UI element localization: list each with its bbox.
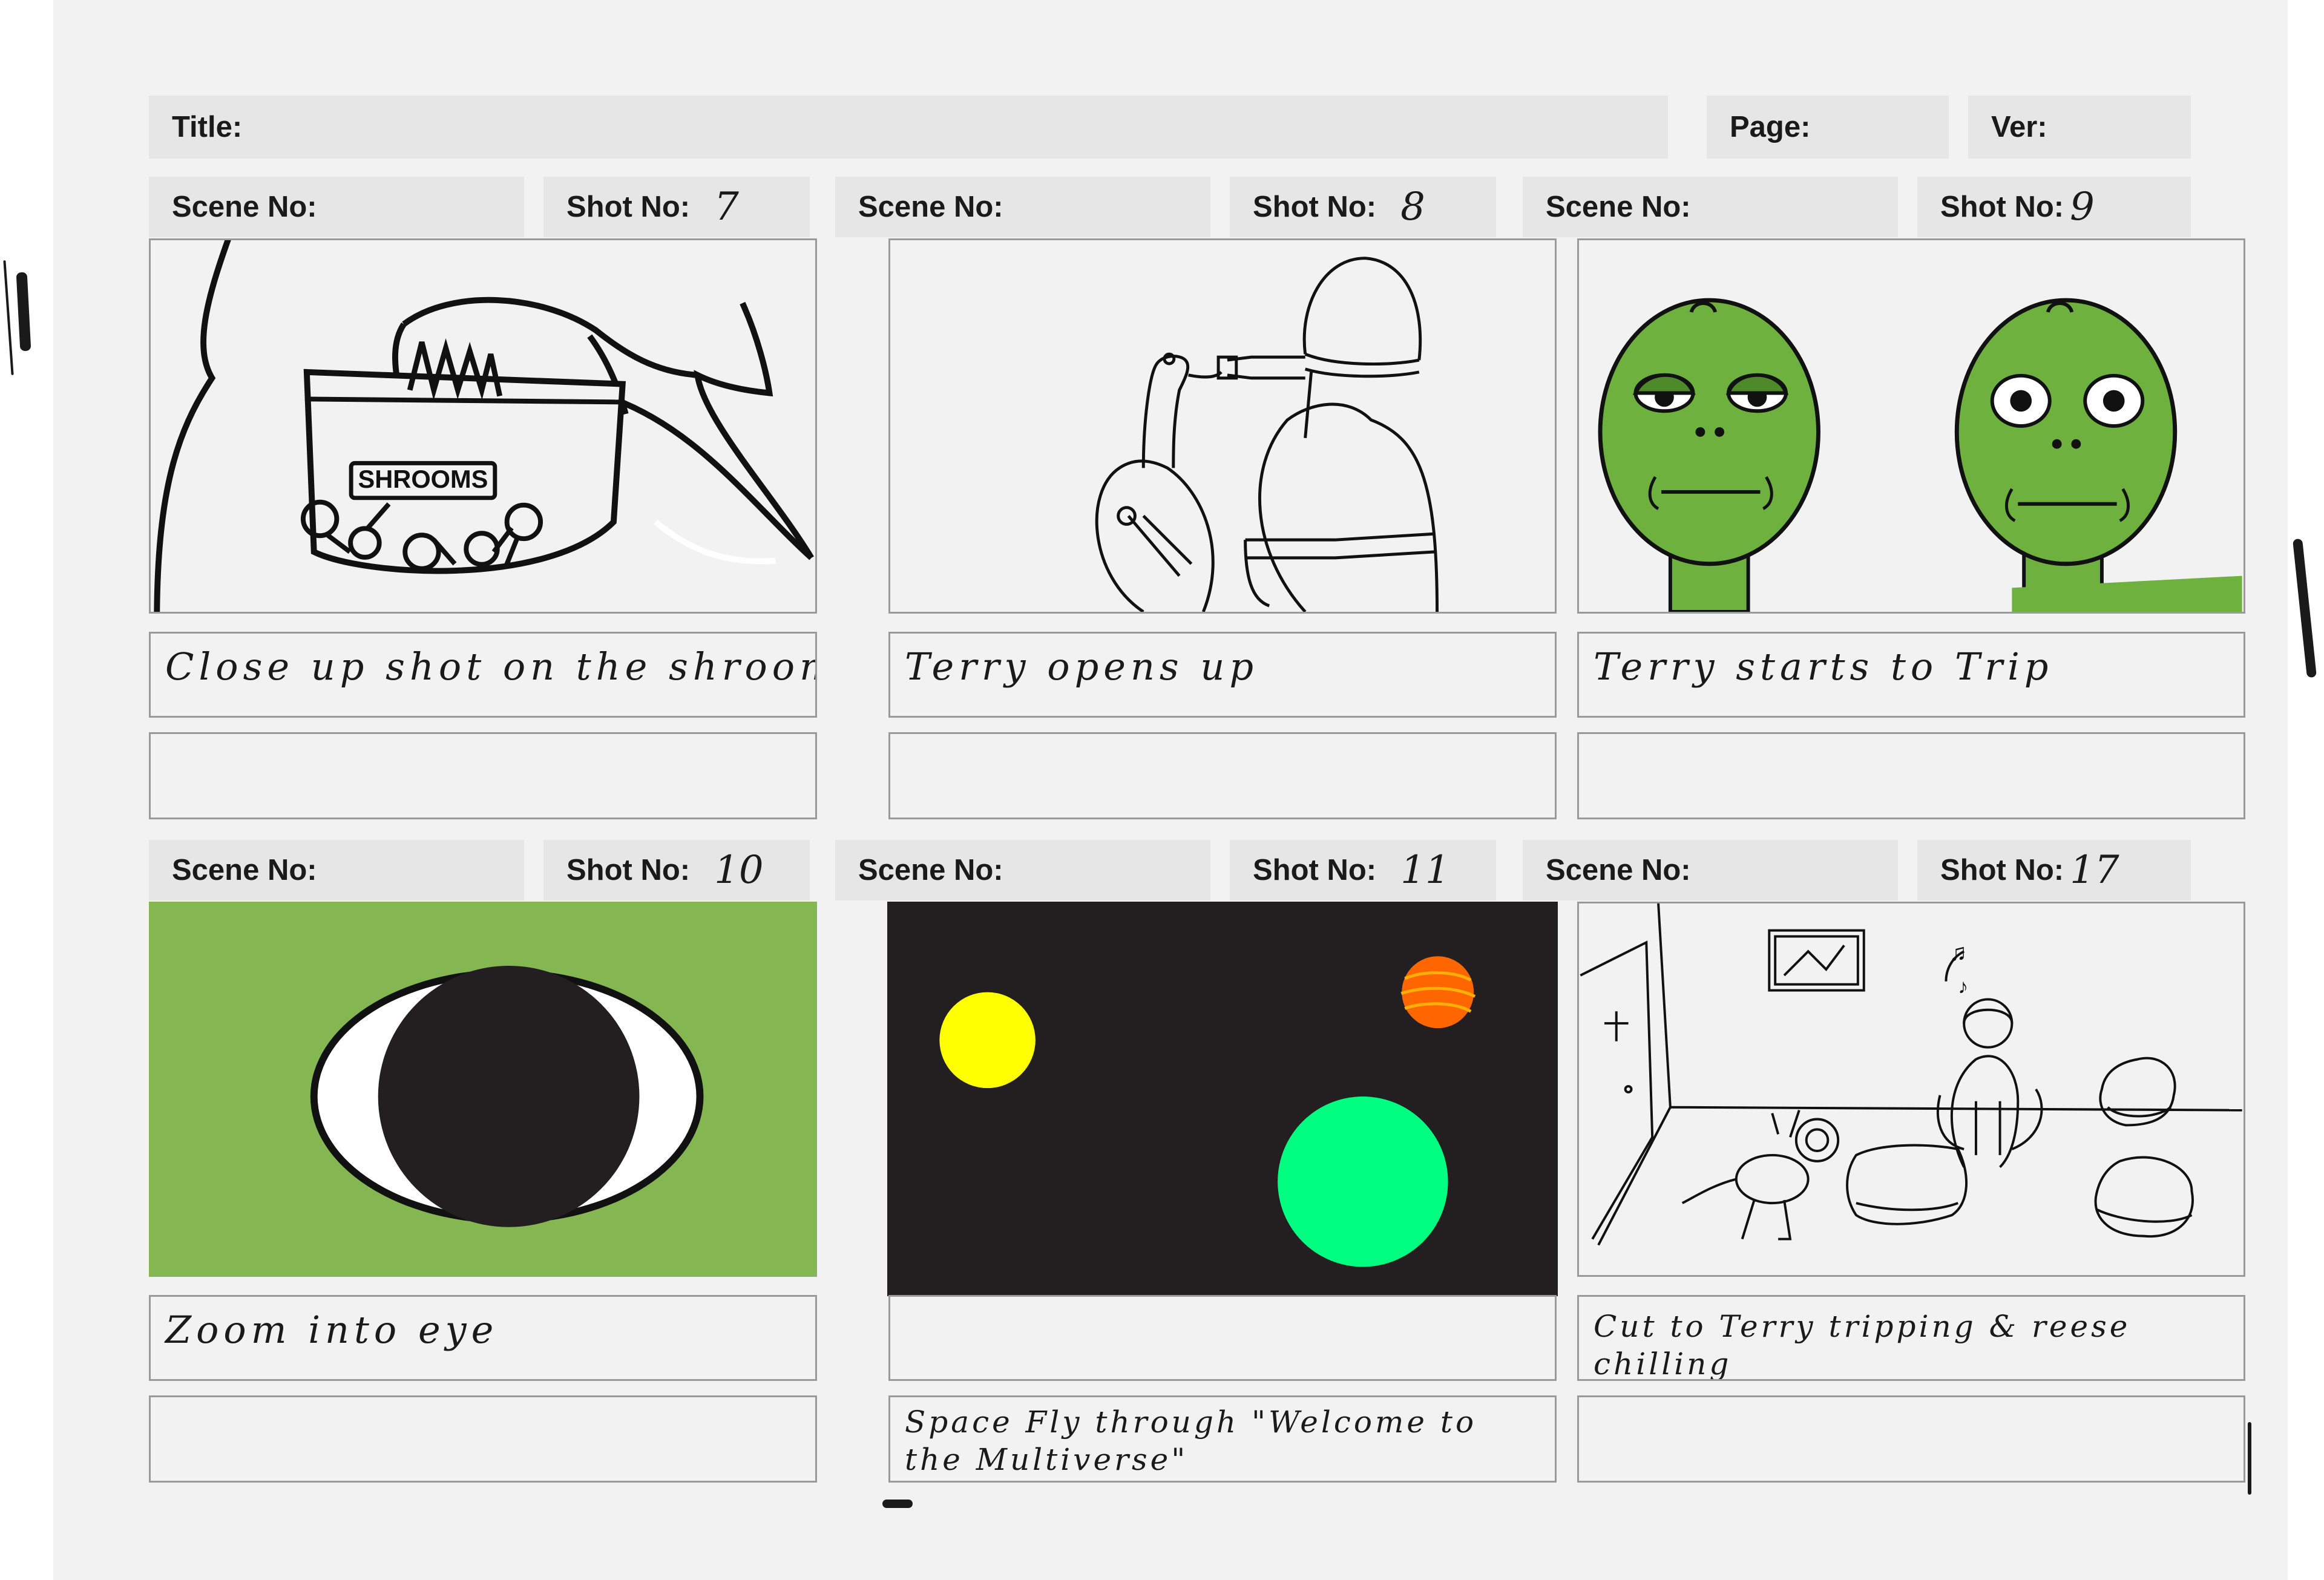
note-text-1: Close up shot on the shrooms	[165, 644, 817, 689]
shot-label: Shot No:	[566, 191, 691, 223]
note-box-3b[interactable]	[1577, 732, 2245, 819]
shot-label: Shot No:	[1253, 191, 1377, 223]
storyboard-frame-3[interactable]	[1577, 238, 2245, 614]
eye-illustration	[310, 965, 704, 1227]
scene-label: Scene No:	[172, 854, 317, 887]
shot-label: Shot No:	[566, 854, 691, 887]
shot-field-5[interactable]: Shot No: 11	[1230, 840, 1496, 900]
scene-field-6[interactable]: Scene No:	[1523, 840, 1898, 900]
note-box-2b[interactable]	[888, 732, 1557, 819]
storyboard-frame-5[interactable]	[887, 902, 1558, 1296]
shot-field-6[interactable]: Shot No: 17	[1917, 840, 2191, 900]
pen-mark	[882, 1500, 913, 1508]
storyboard-frame-4[interactable]	[149, 902, 817, 1277]
title-label: Title:	[172, 111, 243, 143]
scene-field-2[interactable]: Scene No:	[835, 177, 1210, 237]
shot-field-4[interactable]: Shot No: 10	[543, 840, 810, 900]
note-text-6: Cut to Terry tripping & reese chilling	[1594, 1309, 2131, 1381]
ver-label: Ver:	[1991, 111, 2047, 143]
note-box-5b[interactable]: Space Fly through "Welcome to the Multiv…	[888, 1395, 1557, 1483]
shot-field-3[interactable]: Shot No: 9	[1917, 177, 2191, 237]
alien-face-wide-eyed	[1954, 298, 2178, 612]
scene-label: Scene No:	[172, 191, 317, 223]
note-box-4a[interactable]: Zoom into eye	[149, 1295, 817, 1381]
note-box-4b[interactable]	[149, 1395, 817, 1483]
shot-label: Shot No:	[1253, 854, 1377, 887]
note-box-3a[interactable]: Terry starts to Trip	[1577, 632, 2245, 718]
scene-label: Scene No:	[858, 854, 1003, 887]
page-label: Page:	[1730, 111, 1811, 143]
svg-text:♪: ♪	[1958, 976, 1968, 998]
shot-number-2: 8	[1400, 185, 1425, 229]
pen-mark	[3, 260, 14, 375]
note-text-3: Terry starts to Trip	[1594, 644, 2053, 689]
storyboard-sheet: Title: Page: Ver: Scene No: Shot No: 7 S…	[53, 0, 2288, 1580]
storyboard-frame-1[interactable]: SHROOMS	[149, 238, 817, 614]
alien-face-sleepy	[1598, 298, 1820, 612]
shot-field-2[interactable]: Shot No: 8	[1230, 177, 1496, 237]
pen-mark	[2248, 1422, 2251, 1495]
shot-field-1[interactable]: Shot No: 7	[543, 177, 810, 237]
note-box-1a[interactable]: Close up shot on the shrooms	[149, 632, 817, 718]
pen-mark	[2293, 538, 2317, 678]
shot-number-6: 17	[2070, 848, 2119, 893]
scene-field-4[interactable]: Scene No:	[149, 840, 524, 900]
scene-label: Scene No:	[1546, 191, 1691, 223]
shot-number-3: 9	[2070, 185, 2095, 229]
note-box-6b[interactable]	[1577, 1395, 2245, 1483]
scene-label: Scene No:	[1546, 854, 1691, 887]
title-field[interactable]: Title:	[149, 96, 1668, 159]
shot-label: Shot No:	[1940, 854, 2064, 887]
yellow-sun	[939, 992, 1036, 1089]
shot-label: Shot No:	[1940, 191, 2064, 223]
green-planet	[1278, 1096, 1448, 1267]
shot-number-1: 7	[714, 185, 739, 229]
note-box-2a[interactable]: Terry opens up	[888, 632, 1557, 718]
pen-mark	[16, 272, 31, 352]
scene-field-3[interactable]: Scene No:	[1523, 177, 1898, 237]
page-field[interactable]: Page:	[1707, 96, 1949, 159]
alien-faces-illustration	[1598, 298, 2242, 612]
note-box-6a[interactable]: Cut to Terry tripping & reese chilling	[1577, 1295, 2245, 1381]
version-field[interactable]: Ver:	[1968, 96, 2191, 159]
terry-opens-up-sketch	[1095, 257, 1439, 612]
shot-number-4: 10	[714, 848, 764, 893]
note-box-5a[interactable]	[888, 1295, 1557, 1381]
storyboard-frame-2[interactable]	[888, 238, 1557, 614]
room-scene-sketch: ♫ ♪	[1580, 903, 2242, 1246]
shrooms-jar-sketch: SHROOMS	[154, 240, 814, 612]
scene-label: Scene No:	[858, 191, 1003, 223]
shot-number-5: 11	[1400, 848, 1450, 893]
storyboard-frame-6[interactable]: ♫ ♪	[1577, 902, 2245, 1277]
space-illustration	[939, 956, 1476, 1267]
note-text-5b: Space Fly through "Welcome to the Multiv…	[905, 1405, 1477, 1477]
jar-label-text: SHROOMS	[358, 465, 488, 493]
note-text-4: Zoom into eye	[165, 1308, 499, 1352]
note-box-1b[interactable]	[149, 732, 817, 819]
note-text-2: Terry opens up	[905, 644, 1259, 689]
svg-text:♫: ♫	[1949, 939, 1967, 966]
scene-field-5[interactable]: Scene No:	[835, 840, 1210, 900]
scene-field-1[interactable]: Scene No:	[149, 177, 524, 237]
